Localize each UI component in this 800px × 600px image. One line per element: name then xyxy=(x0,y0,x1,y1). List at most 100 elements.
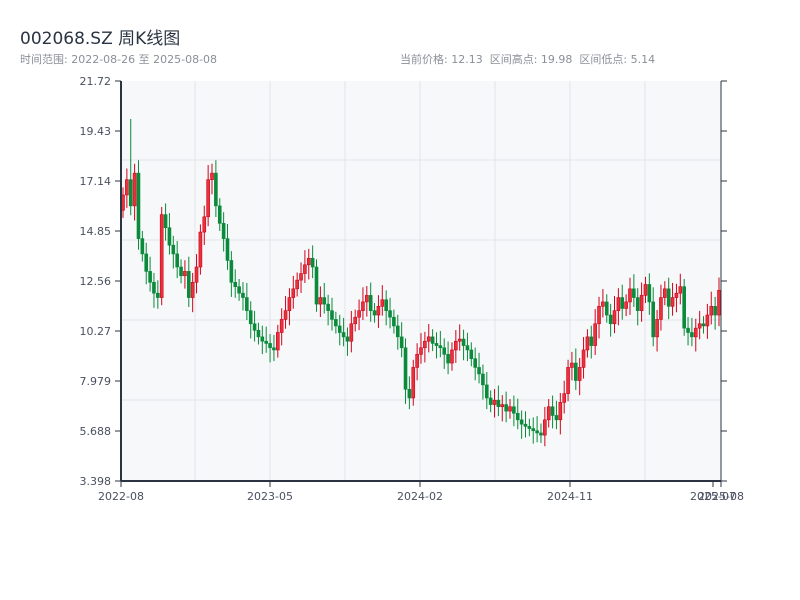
candle-down xyxy=(608,314,613,325)
candle-down xyxy=(179,266,183,277)
candle-up xyxy=(287,297,292,311)
candle-down xyxy=(272,347,276,351)
candle-up xyxy=(593,323,597,346)
candle-up xyxy=(376,306,381,316)
candle-down xyxy=(473,358,477,368)
candle-down xyxy=(461,338,466,346)
candle-down xyxy=(469,349,474,359)
candle-up xyxy=(357,310,361,318)
candle-down xyxy=(152,281,156,294)
candle-down xyxy=(217,205,222,224)
candle-down xyxy=(481,373,485,386)
candle-down xyxy=(484,384,489,399)
candle-up xyxy=(132,172,137,207)
x-tick-label: 2024-02 xyxy=(397,490,443,503)
candle-down xyxy=(686,327,690,333)
candle-down xyxy=(140,238,145,255)
candle-down xyxy=(225,238,230,261)
candle-up xyxy=(492,399,497,405)
candle-down xyxy=(171,244,176,255)
candle-up xyxy=(597,306,601,325)
candle-up xyxy=(457,338,462,342)
y-tick-label: 19.43 xyxy=(80,125,112,138)
candle-down xyxy=(144,253,149,272)
candle-down xyxy=(527,426,532,429)
y-tick-label: 7.979 xyxy=(80,375,112,388)
candle-down xyxy=(186,271,191,298)
candle-down xyxy=(148,271,152,283)
candle-down xyxy=(446,354,450,364)
candle-down xyxy=(221,223,226,239)
candle-down xyxy=(403,347,408,390)
candle-up xyxy=(697,323,702,329)
candle-up xyxy=(616,297,621,311)
candle-down xyxy=(248,310,253,325)
candle-up xyxy=(643,284,648,296)
candle-up xyxy=(415,354,419,368)
candlestick-chart: 3.398 5.688 7.979 10.27 12.56 14.85 17.14 19.43… xyxy=(80,75,744,503)
candle-down xyxy=(388,310,392,318)
candle-down xyxy=(252,323,257,331)
candle-down xyxy=(651,301,656,338)
candle-down xyxy=(268,343,272,349)
candle-down xyxy=(430,336,435,344)
candle-down xyxy=(237,286,241,294)
candle-up xyxy=(318,297,323,305)
candle-down xyxy=(384,299,388,311)
candle-up xyxy=(585,336,590,351)
candle-down xyxy=(337,325,342,333)
candle-up xyxy=(361,301,365,311)
candle-down xyxy=(574,362,578,381)
candle-down xyxy=(175,253,179,268)
candle-down xyxy=(504,404,508,412)
candle-down xyxy=(512,406,516,414)
candle-up xyxy=(663,288,667,298)
candle-up xyxy=(198,231,203,268)
candle-up xyxy=(291,288,296,298)
candle-up xyxy=(426,336,431,342)
candle-down xyxy=(554,415,559,421)
candle-down xyxy=(496,399,501,408)
candle-up xyxy=(674,292,679,298)
candle-down xyxy=(635,297,640,311)
candle-up xyxy=(125,179,129,196)
candle-up xyxy=(655,319,659,338)
candle-up xyxy=(210,172,214,180)
y-tick-label: 17.14 xyxy=(80,175,112,188)
candle-up xyxy=(190,281,195,298)
y-tick-label: 14.85 xyxy=(80,225,112,238)
candle-up xyxy=(295,279,299,290)
candle-down xyxy=(399,336,404,349)
y-tick-label: 12.56 xyxy=(80,275,112,288)
candle-down xyxy=(334,319,338,327)
y-tick-label: 5.688 xyxy=(80,425,112,438)
candle-down xyxy=(330,310,334,320)
candle-down xyxy=(264,340,268,344)
candle-up xyxy=(283,310,288,320)
candle-up xyxy=(558,402,563,421)
candle-up xyxy=(678,286,683,294)
x-tick-label: 2023-05 xyxy=(247,490,293,503)
candle-up xyxy=(508,406,512,412)
y-tick-label: 21.72 xyxy=(80,75,112,88)
candle-down xyxy=(434,343,439,346)
candle-down xyxy=(465,345,470,351)
candle-down xyxy=(713,306,717,316)
candle-down xyxy=(632,288,636,298)
candle-up xyxy=(450,349,454,364)
candle-up xyxy=(194,266,199,283)
candle-up xyxy=(628,288,632,303)
candle-down xyxy=(245,297,249,311)
candle-up xyxy=(500,404,505,408)
candle-down xyxy=(523,423,528,427)
candle-up xyxy=(581,349,586,368)
candle-down xyxy=(442,347,447,355)
candle-down xyxy=(163,214,168,229)
candle-down xyxy=(620,297,625,309)
candle-up xyxy=(303,264,307,274)
plot-area xyxy=(121,81,721,481)
candle-down xyxy=(539,432,543,436)
candle-down xyxy=(477,367,481,375)
candle-down xyxy=(341,332,346,338)
candle-down xyxy=(604,301,609,316)
